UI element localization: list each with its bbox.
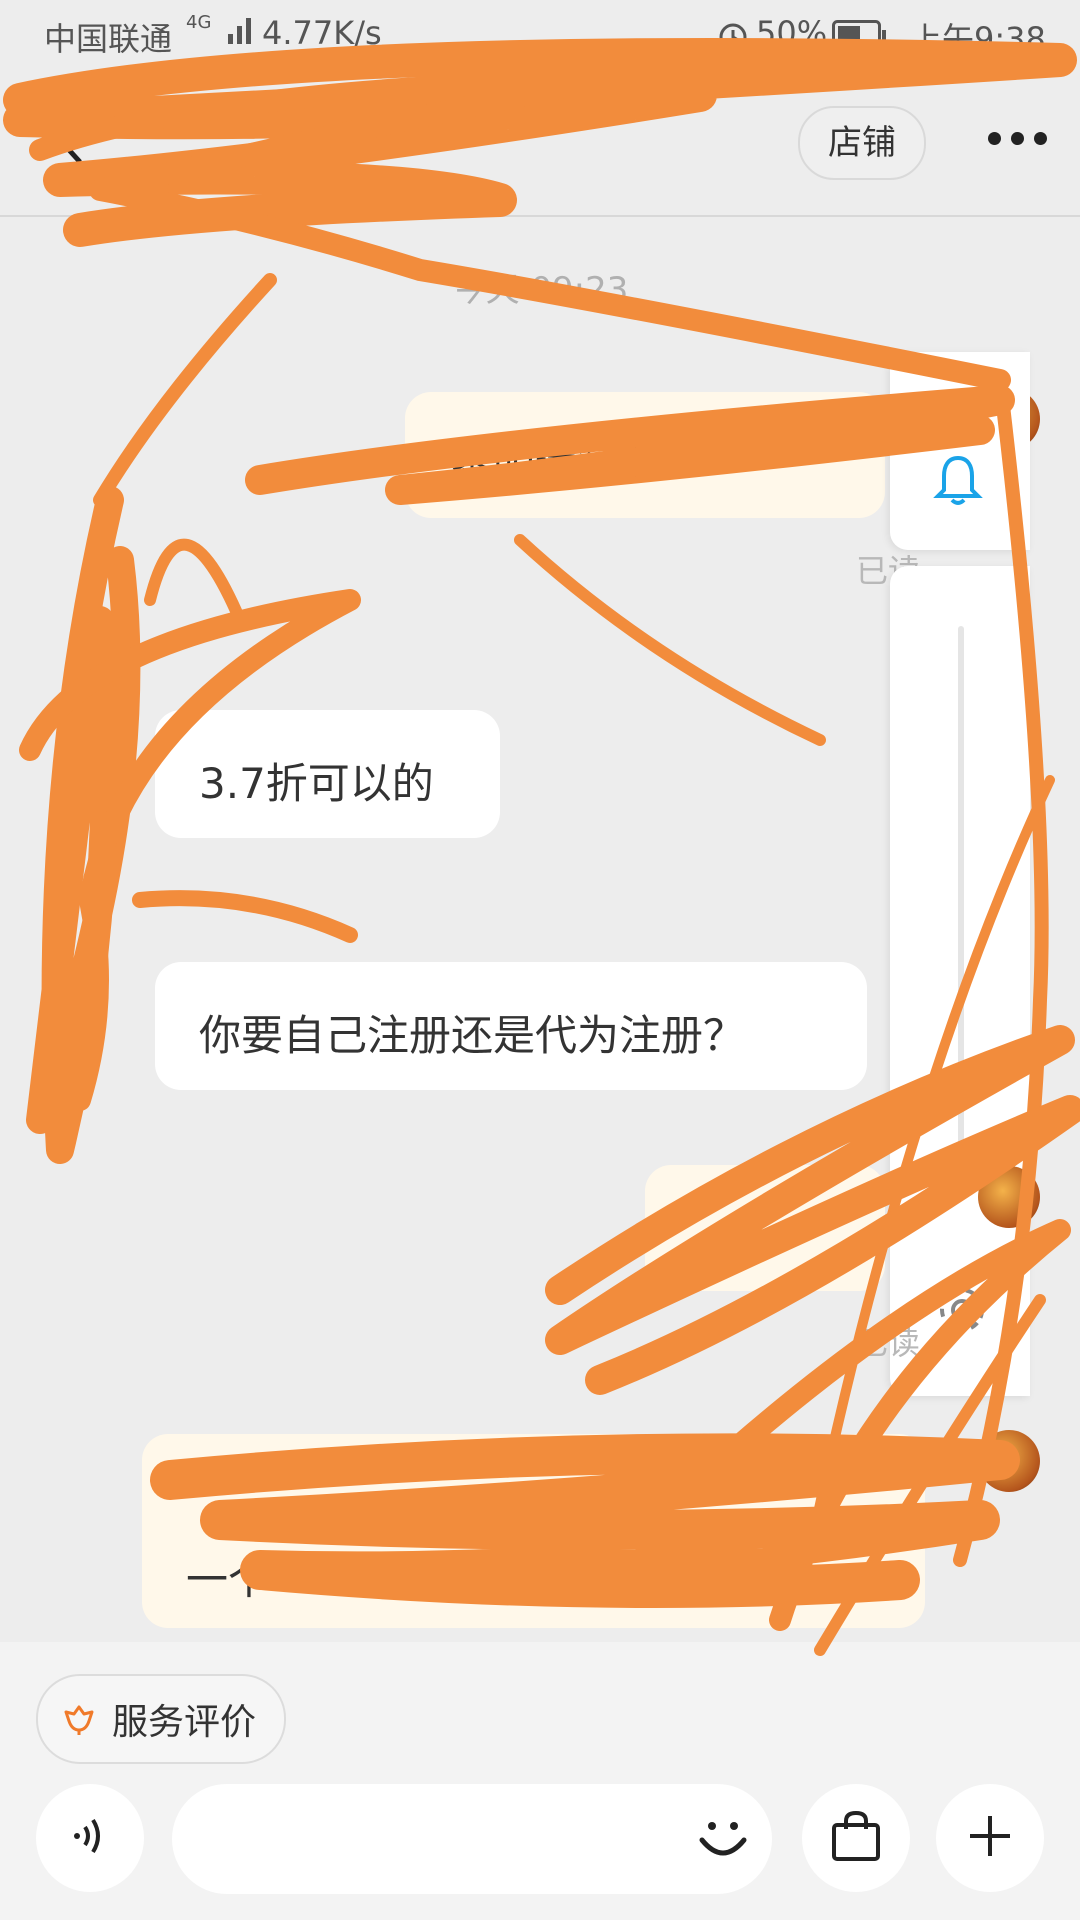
alarm-icon [716, 18, 750, 52]
message-text: 黎明远征多 [451, 439, 662, 488]
user-avatar[interactable] [978, 1166, 1040, 1228]
chat-timestamp: 今天 09:23 [451, 270, 629, 310]
settings-icon[interactable] [934, 1282, 990, 1338]
service-rating-button[interactable]: 服务评价 [36, 1674, 287, 1764]
service-rating-label: 服务评价 [112, 1702, 257, 1743]
shop-button[interactable]: 店铺 [798, 106, 926, 180]
flower-icon [62, 1702, 96, 1736]
clock-time: 上午9:38 [910, 20, 1046, 58]
message-bubble-received[interactable]: 3.7折可以的 [155, 710, 500, 838]
message-bubble-sent[interactable]: 一个 [142, 1434, 925, 1628]
network-type: 4G [186, 12, 212, 33]
voice-icon [65, 1811, 115, 1865]
read-status: 已读 [856, 1324, 921, 1362]
chat-header: 店铺 [0, 70, 1080, 217]
add-button[interactable] [936, 1784, 1044, 1892]
battery-percent: 50% [756, 14, 828, 52]
plus-icon [966, 1812, 1014, 1864]
message-input[interactable] [172, 1784, 772, 1894]
message-bubble-sent[interactable]: 黎明远征多 [405, 392, 885, 518]
message-text: 你要自己注册还是代为注册？ [199, 1011, 746, 1060]
status-bar: 中国联通 4G 4.77K/s 50% 上午9:38 [0, 0, 1080, 70]
user-avatar[interactable] [978, 1430, 1040, 1492]
back-arrow-icon[interactable] [50, 110, 90, 170]
network-speed: 4.77K/s [262, 14, 382, 52]
bell-icon[interactable] [930, 452, 986, 508]
signal-icon [228, 18, 252, 44]
message-text: 3.7折可以的 [199, 759, 434, 808]
battery-icon [832, 20, 888, 50]
message-bubble-sent[interactable] [645, 1165, 885, 1291]
more-options-icon[interactable] [984, 118, 1050, 158]
side-scrollbar[interactable] [958, 626, 964, 1186]
message-bubble-received[interactable]: 你要自己注册还是代为注册？ [155, 962, 867, 1090]
side-panel-notification [890, 352, 1030, 550]
emoji-icon[interactable] [692, 1808, 754, 1870]
shopping-bag-icon [829, 1809, 883, 1867]
voice-button[interactable] [36, 1784, 144, 1892]
carrier-name: 中国联通 [44, 20, 173, 58]
side-panel-tools [890, 566, 1030, 1396]
shopping-bag-button[interactable] [802, 1784, 910, 1892]
message-text: 一个 [186, 1555, 271, 1604]
